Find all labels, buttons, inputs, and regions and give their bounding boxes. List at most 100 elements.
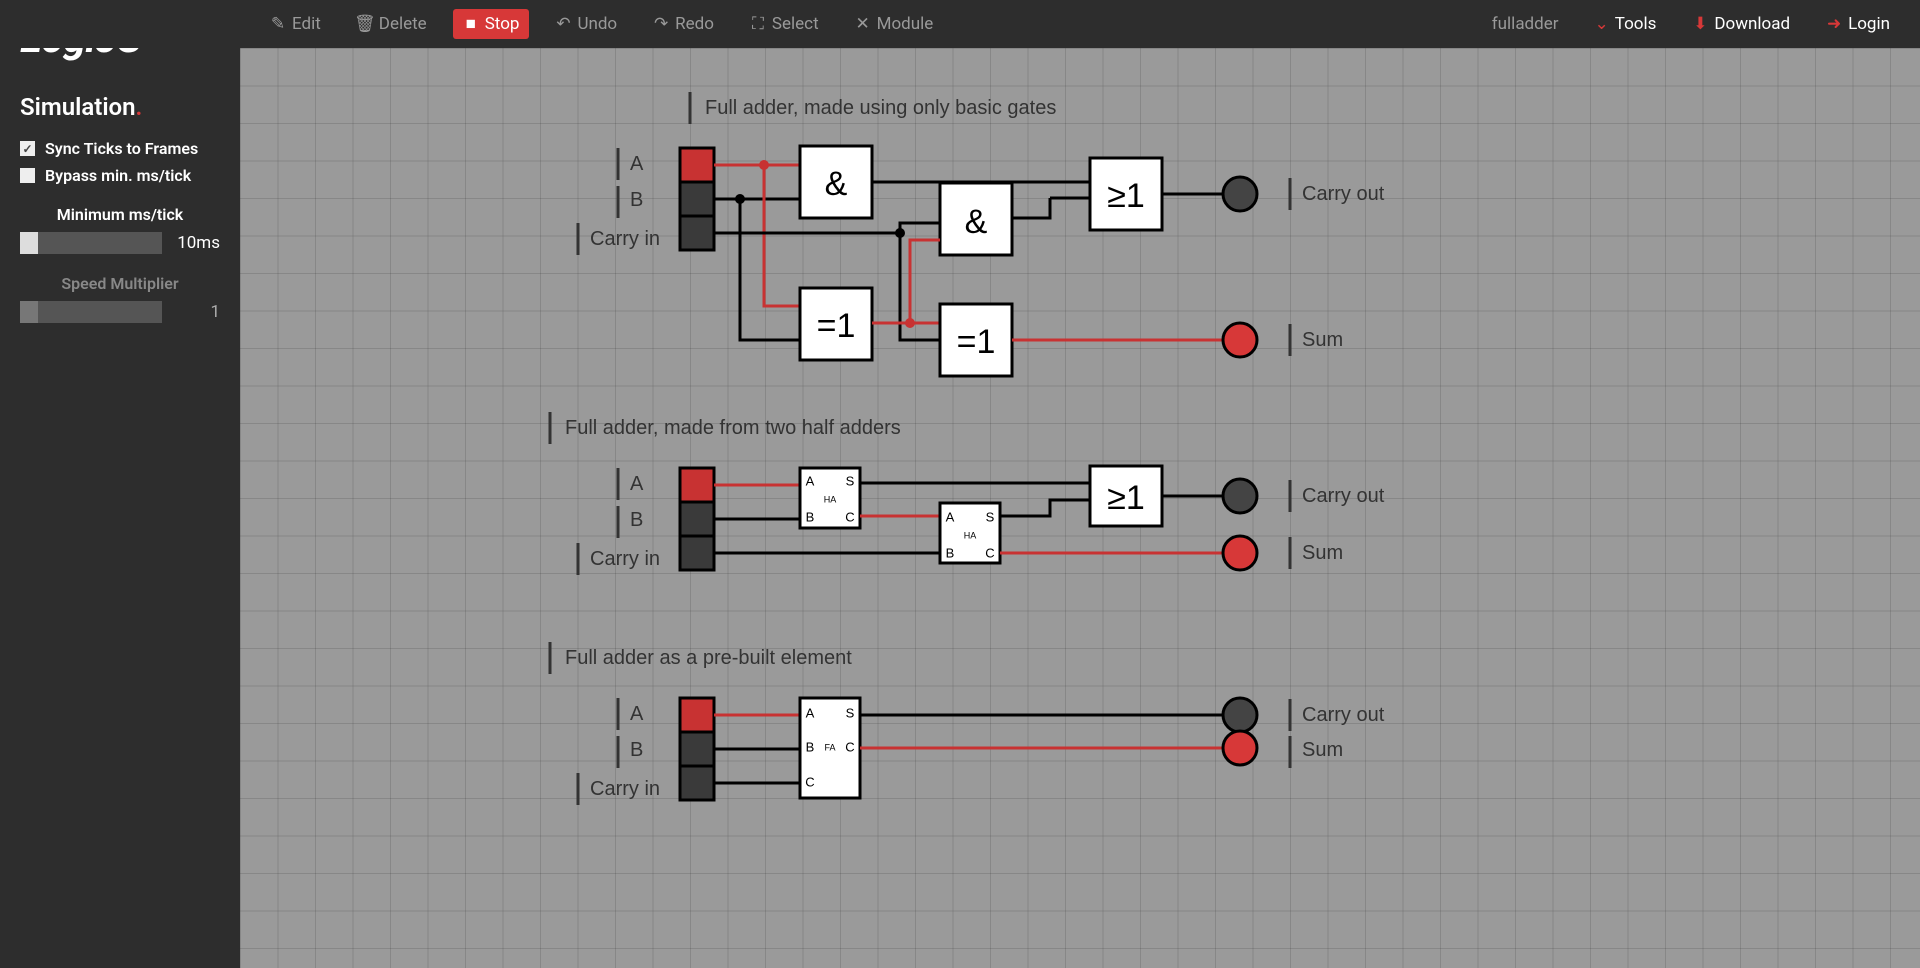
checkbox-icon: [20, 141, 35, 156]
output-carryout-2: [1223, 479, 1257, 513]
svg-text:C: C: [985, 545, 994, 560]
undo-button[interactable]: ↶ Undo: [545, 9, 627, 39]
min-tick-slider[interactable]: [20, 232, 162, 254]
redo-button[interactable]: ↷ Redo: [643, 9, 724, 39]
topbar: ✎ Edit 🗑 Delete ■ Stop ↶ Undo ↷ Redo ⛶ S…: [0, 0, 1920, 48]
redo-label: Redo: [675, 14, 714, 34]
speed-slider[interactable]: [20, 301, 162, 323]
module-icon: ✕: [855, 16, 871, 32]
bypass-min-checkbox[interactable]: Bypass min. ms/tick: [20, 166, 220, 185]
svg-text:B: B: [630, 189, 643, 211]
switch-b-3[interactable]: [680, 732, 714, 766]
output-sum: [1223, 323, 1257, 357]
switch-a-2[interactable]: [680, 468, 714, 502]
svg-text:Sum: Sum: [1302, 542, 1343, 564]
stop-label: Stop: [485, 14, 520, 34]
svg-text:B: B: [630, 739, 643, 761]
delete-label: Delete: [379, 14, 427, 34]
download-label: Download: [1714, 14, 1790, 34]
svg-text:A: A: [630, 153, 644, 175]
svg-text:Carry in: Carry in: [590, 778, 660, 800]
svg-text:Carry in: Carry in: [590, 548, 660, 570]
stop-icon: ■: [463, 16, 479, 32]
svg-text:A: A: [806, 705, 815, 720]
chevron-down-icon: ⌄: [1595, 14, 1609, 34]
sidebar: LogiJS Simulation. Sync Ticks to Frames …: [0, 0, 240, 968]
switch-a[interactable]: [680, 148, 714, 182]
svg-text:A: A: [946, 509, 955, 524]
edit-label: Edit: [292, 14, 321, 34]
svg-text:A: A: [630, 703, 644, 725]
output-carryout: [1223, 177, 1257, 211]
svg-text:HA: HA: [964, 530, 977, 540]
svg-text:Carry out: Carry out: [1302, 485, 1385, 507]
svg-text:Sum: Sum: [1302, 329, 1343, 351]
svg-text:Sum: Sum: [1302, 739, 1343, 761]
svg-text:A: A: [630, 473, 644, 495]
svg-text:C: C: [845, 509, 854, 524]
pencil-icon: ✎: [270, 16, 286, 32]
svg-text:S: S: [846, 705, 855, 720]
select-icon: ⛶: [750, 16, 766, 32]
switch-cin-3[interactable]: [680, 766, 714, 800]
svg-text:FA: FA: [824, 742, 835, 752]
svg-text:Carry out: Carry out: [1302, 183, 1385, 205]
svg-text:≥1: ≥1: [1107, 177, 1145, 215]
checkbox-icon: [20, 168, 35, 183]
svg-text:B: B: [630, 509, 643, 531]
svg-text:B: B: [806, 509, 815, 524]
select-button[interactable]: ⛶ Select: [740, 9, 829, 39]
login-label: Login: [1848, 14, 1890, 34]
switch-b-2[interactable]: [680, 502, 714, 536]
slider-thumb[interactable]: [20, 232, 38, 254]
switch-cin[interactable]: [680, 216, 714, 250]
module-button[interactable]: ✕ Module: [845, 9, 944, 39]
min-tick-label: Minimum ms/tick: [20, 205, 220, 224]
caption-3: Full adder as a pre-built element: [565, 647, 852, 669]
output-sum-3: [1223, 731, 1257, 765]
login-button[interactable]: ➜ Login: [1816, 9, 1900, 39]
redo-icon: ↷: [653, 16, 669, 32]
svg-text:Carry out: Carry out: [1302, 704, 1385, 726]
sketch-name: fulladder: [1482, 9, 1569, 39]
svg-text:S: S: [846, 473, 855, 488]
canvas[interactable]: Full adder, made using only basic gates …: [240, 48, 1920, 968]
svg-text:&: &: [965, 203, 988, 241]
select-label: Select: [772, 14, 819, 34]
login-icon: ➜: [1826, 16, 1842, 32]
caption-1: Full adder, made using only basic gates: [705, 97, 1056, 119]
svg-text:S: S: [986, 509, 995, 524]
svg-text:HA: HA: [824, 494, 837, 504]
undo-label: Undo: [577, 14, 617, 34]
delete-button[interactable]: 🗑 Delete: [347, 9, 437, 39]
svg-text:A: A: [806, 473, 815, 488]
switch-cin-2[interactable]: [680, 536, 714, 570]
svg-text:=1: =1: [957, 323, 996, 361]
speed-label: Speed Multiplier: [20, 274, 220, 293]
edit-button[interactable]: ✎ Edit: [260, 9, 331, 39]
switch-a-3[interactable]: [680, 698, 714, 732]
svg-text:Carry in: Carry in: [590, 228, 660, 250]
panel-title: Simulation.: [20, 93, 220, 121]
caption-2: Full adder, made from two half adders: [565, 417, 901, 439]
svg-text:B: B: [806, 739, 815, 754]
undo-icon: ↶: [555, 16, 571, 32]
download-button[interactable]: ⬇ Download: [1682, 9, 1800, 39]
svg-text:≥1: ≥1: [1107, 479, 1145, 517]
slider-thumb[interactable]: [20, 301, 38, 323]
svg-text:C: C: [805, 774, 814, 789]
speed-value: 1: [172, 302, 220, 322]
sync-ticks-checkbox[interactable]: Sync Ticks to Frames: [20, 139, 220, 158]
switch-b[interactable]: [680, 182, 714, 216]
tools-label: Tools: [1615, 14, 1657, 34]
module-label: Module: [877, 14, 934, 34]
svg-text:C: C: [845, 739, 854, 754]
min-tick-value: 10ms: [172, 233, 220, 253]
stop-button[interactable]: ■ Stop: [453, 9, 530, 39]
svg-text:&: &: [825, 165, 848, 203]
output-sum-2: [1223, 536, 1257, 570]
output-carryout-3: [1223, 698, 1257, 732]
trash-icon: 🗑: [357, 16, 373, 32]
svg-text:=1: =1: [817, 307, 856, 345]
tools-button[interactable]: ⌄ Tools: [1585, 9, 1667, 39]
